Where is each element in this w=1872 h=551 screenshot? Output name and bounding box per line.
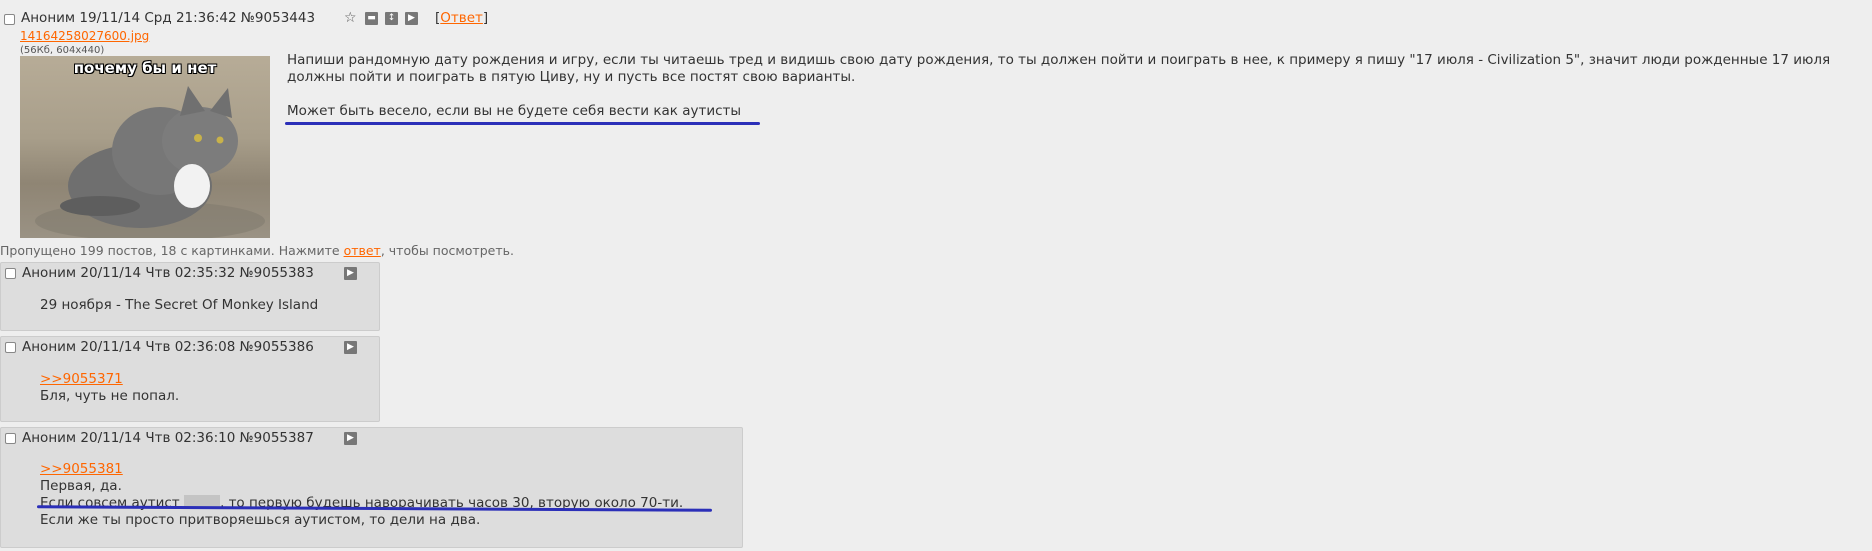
post-3-line-1: Первая, да.: [40, 478, 122, 494]
play-icon[interactable]: ▶: [405, 12, 418, 25]
post-1-line-1: 29 ноября - The Secret Of Monkey Island: [40, 297, 319, 313]
post-2-quote-link[interactable]: >>9055371: [40, 371, 179, 388]
op-reply-wrap: [Ответ]: [435, 10, 489, 26]
post-2-date: 20/11/14 Чтв 02:36:08: [80, 339, 236, 355]
post-3-line-3: Если же ты просто притворяешься аутистом…: [40, 512, 481, 528]
post-2-author: Аноним: [22, 339, 77, 355]
post-2-message: >>9055371 Бля, чуть не попал.: [40, 371, 179, 405]
op-author: Аноним: [21, 10, 76, 26]
post-3-quote-link[interactable]: >>9055381: [40, 461, 683, 478]
op-thumbnail-image[interactable]: почему бы и нет: [20, 56, 270, 238]
post-3-checkbox[interactable]: [5, 433, 16, 444]
op-text-paragraph-2: Может быть весело, если вы не будете себ…: [287, 103, 742, 119]
post-3-message: >>9055381 Первая, да. Если совсем аутист…: [40, 461, 683, 529]
post-2-header: Аноним 20/11/14 Чтв 02:36:08 №9055386: [22, 339, 314, 355]
post-1-number[interactable]: №9055383: [240, 265, 314, 281]
reply-post-3: Аноним 20/11/14 Чтв 02:36:10 №9055387 ▶ …: [0, 427, 743, 548]
op-date: 19/11/14 Срд 21:36:42: [79, 10, 237, 26]
post-1-date: 20/11/14 Чтв 02:35:32: [80, 265, 236, 281]
post-3-author: Аноним: [22, 430, 77, 446]
post-2-number[interactable]: №9055386: [240, 339, 314, 355]
op-file-link[interactable]: 14164258027600.jpg: [20, 29, 149, 43]
op-header: Аноним 19/11/14 Срд 21:36:42 №9053443: [21, 10, 315, 26]
post-2-line-1: Бля, чуть не попал.: [40, 388, 180, 404]
favorite-star-icon[interactable]: ☆: [344, 11, 357, 25]
post-1-message: 29 ноября - The Secret Of Monkey Island: [40, 297, 318, 314]
omitted-text-after: , чтобы посмотреть.: [380, 243, 514, 258]
post-2-play-icon[interactable]: ▶: [344, 341, 357, 354]
op-file-meta: (56Кб, 604x440): [20, 45, 105, 56]
hide-icon[interactable]: ▬: [365, 12, 378, 25]
op-reply-link[interactable]: Ответ: [440, 10, 483, 26]
post-1-play-icon[interactable]: ▶: [344, 267, 357, 280]
op-text-paragraph-1: Напиши рандомную дату рождения и игру, е…: [287, 52, 1831, 85]
op-checkbox[interactable]: [4, 14, 15, 25]
post-1-checkbox[interactable]: [5, 268, 16, 279]
cat-illustration: [35, 86, 265, 238]
reply-post-2: Аноним 20/11/14 Чтв 02:36:08 №9055386 ▶ …: [0, 336, 380, 422]
expand-icon[interactable]: ↕: [385, 12, 398, 25]
omitted-posts-notice: Пропущено 199 постов, 18 с картинками. Н…: [0, 243, 514, 258]
omitted-text-before: Пропущено 199 постов, 18 с картинками. Н…: [0, 243, 344, 258]
post-3-play-icon[interactable]: ▶: [344, 432, 357, 445]
post-3-header: Аноним 20/11/14 Чтв 02:36:10 №9055387: [22, 430, 314, 446]
post-3-number[interactable]: №9055387: [240, 430, 314, 446]
post-2-checkbox[interactable]: [5, 342, 16, 353]
post-3-date: 20/11/14 Чтв 02:36:10: [80, 430, 236, 446]
annotation-underline-op: [285, 122, 760, 125]
omitted-reply-link[interactable]: ответ: [344, 243, 381, 258]
reply-post-1: Аноним 20/11/14 Чтв 02:35:32 №9055383 ▶ …: [0, 262, 380, 331]
op-number[interactable]: №9053443: [241, 10, 315, 26]
post-1-header: Аноним 20/11/14 Чтв 02:35:32 №9055383: [22, 265, 314, 281]
post-1-author: Аноним: [22, 265, 77, 281]
